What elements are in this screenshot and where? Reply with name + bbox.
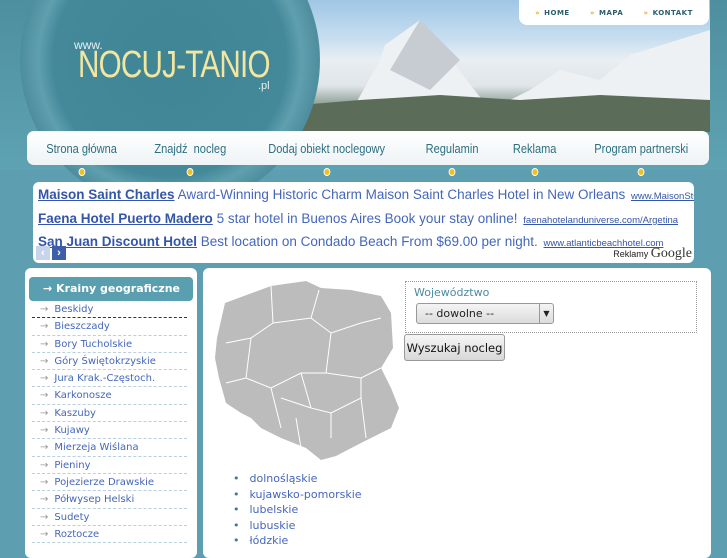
sidebar-item[interactable]: → Półwysep Helski — [32, 491, 187, 509]
dot-icon — [531, 167, 538, 176]
logo[interactable]: NOCUJ-TANIO — [78, 44, 271, 87]
arrow-icon: » — [535, 8, 541, 17]
prev-ad-button[interactable]: ‹ — [36, 246, 50, 260]
ad-item[interactable]: San Juan Discount Hotel Best location on… — [38, 231, 689, 255]
sidebar-item[interactable]: → Sudety — [32, 509, 187, 526]
main-content: Województwo -- dowolne -- ▼ Wyszukaj nocl… — [203, 268, 711, 558]
sidebar-item[interactable]: → Bieszczady — [32, 318, 187, 336]
ads-box: Maison Saint Charles Award-Winning Histo… — [33, 182, 694, 263]
search-button[interactable]: Wyszukaj nocleg — [404, 334, 505, 361]
next-ad-button[interactable]: › — [52, 246, 66, 260]
sidebar-heading: → Krainy geograficzne — [29, 277, 193, 301]
dot-icon — [77, 167, 85, 176]
arrow-icon: → — [40, 425, 49, 437]
arrow-icon: → — [40, 459, 49, 471]
sidebar-item[interactable]: → Góry Świętokrzyskie — [32, 353, 187, 371]
sidebar-item[interactable]: → Roztocze — [32, 526, 187, 544]
voivodeship-select[interactable]: -- dowolne -- ▼ — [416, 303, 554, 324]
logo-tld: .pl — [258, 80, 270, 92]
sidebar: → Krainy geograficzne → Beskidy → Bieszczad… — [25, 268, 197, 558]
arrow-icon: → — [40, 321, 49, 333]
nav-dodaj-obiekt[interactable]: Dodaj obiekt noclegowy — [269, 141, 385, 176]
sidebar-item[interactable]: → Karkonosze — [32, 387, 187, 405]
sidebar-item[interactable]: → Beskidy — [32, 301, 187, 319]
top-link-home[interactable]: » HOME — [535, 9, 570, 17]
arrow-icon: → — [40, 476, 49, 488]
arrow-icon: → — [40, 528, 49, 540]
sidebar-item[interactable]: → Jura Krak.-Częstoch. — [32, 370, 187, 388]
top-link-mapa[interactable]: » MAPA — [590, 9, 623, 17]
sidebar-item[interactable]: → Pojezierze Drawskie — [32, 474, 187, 492]
arrow-icon: → — [40, 442, 49, 454]
dot-icon — [637, 167, 645, 176]
sidebar-item[interactable]: → Kaszuby — [32, 405, 187, 423]
region-link[interactable]: lubelskie — [233, 502, 362, 518]
region-link[interactable]: dolnośląskie — [233, 471, 362, 487]
sidebar-item[interactable]: → Bory Tucholskie — [32, 336, 187, 353]
chevron-down-icon: ▼ — [539, 304, 553, 323]
search-form: Województwo -- dowolne -- ▼ — [405, 281, 697, 333]
voivodeship-label: Województwo — [414, 286, 490, 299]
dot-icon — [448, 167, 456, 176]
ad-item[interactable]: Faena Hotel Puerto Madero 5 star hotel i… — [38, 208, 689, 232]
sidebar-item[interactable]: → Pieniny — [32, 457, 187, 474]
arrow-icon: → — [40, 355, 49, 367]
arrow-icon: → — [40, 511, 49, 523]
nav-program-partnerski[interactable]: Program partnerski — [594, 141, 688, 176]
nav-znajdz-nocleg[interactable]: Znajdź nocleg — [155, 141, 227, 176]
arrow-icon: → — [40, 494, 49, 506]
sidebar-item[interactable]: → Kujawy — [32, 422, 187, 440]
region-link[interactable]: lubuskie — [233, 518, 362, 534]
region-link[interactable]: kujawsko-pomorskie — [233, 487, 362, 503]
arrow-icon: → — [40, 390, 49, 402]
logo-circle — [20, 0, 320, 210]
nav-strona-glowna[interactable]: Strona główna — [46, 141, 117, 176]
arrow-icon: → — [40, 407, 49, 419]
top-links: » HOME » MAPA » KONTAKT — [519, 0, 709, 25]
poland-map[interactable] — [211, 278, 411, 463]
nav-regulamin[interactable]: Regulamin — [426, 141, 479, 176]
arrow-icon: → — [40, 373, 49, 385]
arrow-icon: » — [589, 8, 595, 17]
sidebar-item[interactable]: → Mierzeja Wiślana — [32, 439, 187, 457]
arrow-icon: » — [643, 8, 649, 17]
region-link[interactable]: łódzkie — [233, 533, 362, 549]
main-nav: Strona główna Znajdź nocleg Dodaj obiekt… — [27, 131, 709, 176]
arrow-icon: → — [40, 338, 49, 350]
arrow-icon: → — [40, 304, 49, 315]
nav-reklama[interactable]: Reklama — [513, 141, 556, 176]
region-list: dolnośląskiekujawsko-pomorskielubelskiel… — [233, 471, 362, 549]
ads-by-google[interactable]: Reklamy Google — [613, 246, 692, 262]
dot-icon — [323, 167, 331, 176]
top-link-kontakt[interactable]: » KONTAKT — [644, 9, 693, 17]
ad-item[interactable]: Maison Saint Charles Award-Winning Histo… — [38, 184, 694, 208]
